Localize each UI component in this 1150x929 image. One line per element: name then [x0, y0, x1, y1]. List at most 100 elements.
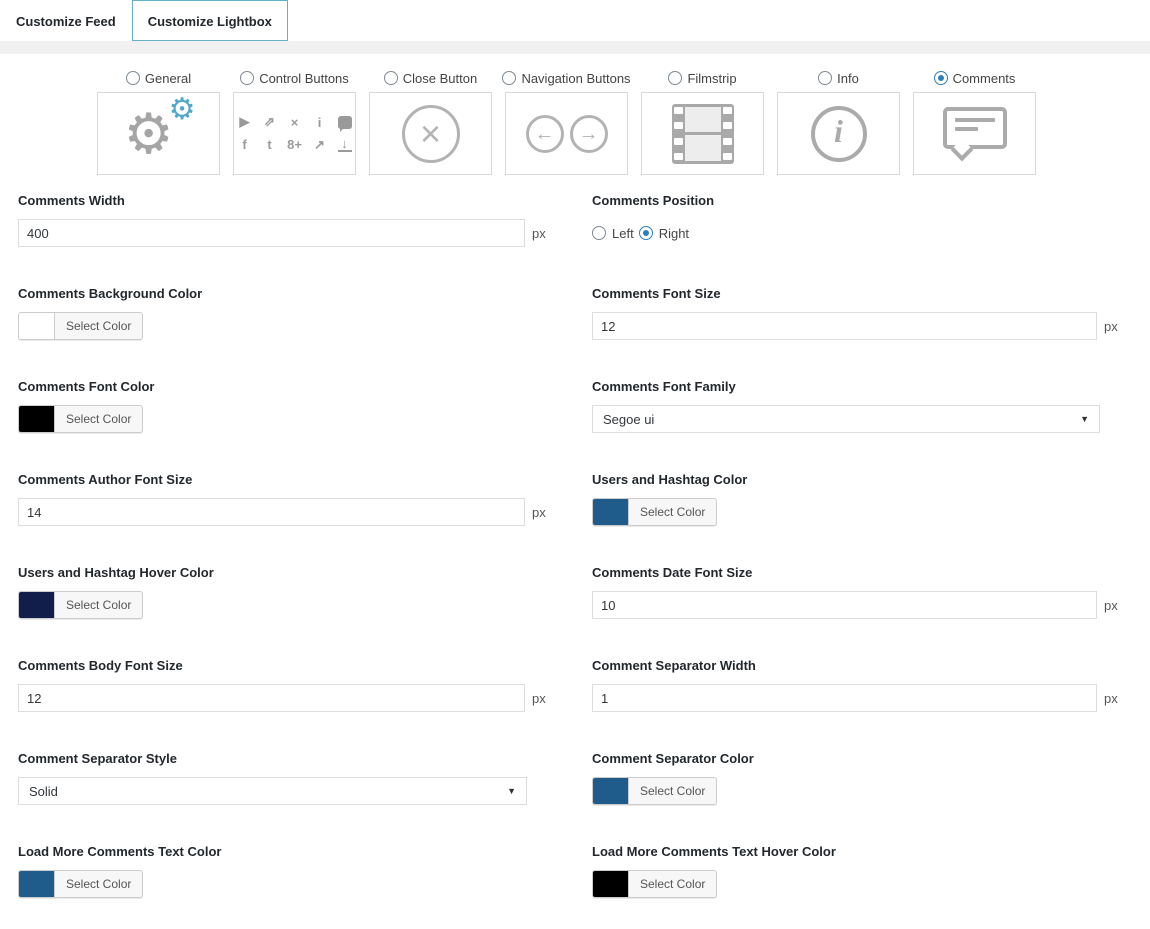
section-radio-comments[interactable]: Comments — [934, 68, 1016, 88]
section-radio-info[interactable]: Info — [818, 68, 859, 88]
comment-separator-width-input[interactable] — [592, 684, 1097, 712]
section-icon-box-control-buttons[interactable]: ▶ ⇗ × i f t 8+ ↗ ↓ — [233, 92, 356, 175]
section-icon-box-filmstrip[interactable] — [641, 92, 764, 175]
navigation-arrows-icon: ← → — [526, 115, 608, 153]
select-color-label: Select Color — [55, 406, 142, 432]
comment-separator-style-field: Comment Separator Style Solid ▼ — [18, 743, 548, 836]
comments-settings-form: Comments Width px Comments Position Left… — [0, 185, 1150, 929]
comment-separator-style-select[interactable]: Solid ▼ — [18, 777, 527, 805]
gears-icon: ⚙ ⚙ — [122, 103, 196, 165]
load-more-comments-text-hover-color-button[interactable]: Select Color — [592, 870, 717, 898]
tab-customize-lightbox[interactable]: Customize Lightbox — [132, 0, 288, 41]
px-suffix: px — [1104, 319, 1120, 334]
comments-font-family-select[interactable]: Segoe ui ▼ — [592, 405, 1100, 433]
section-radio-general[interactable]: General — [126, 68, 191, 88]
comments-date-font-size-input[interactable] — [592, 591, 1097, 619]
field-label: Comments Body Font Size — [18, 658, 548, 673]
resize-icon: ⇗ — [263, 116, 277, 129]
comments-author-font-size-input[interactable] — [18, 498, 525, 526]
section-radio-control-buttons[interactable]: Control Buttons — [240, 68, 349, 88]
comments-author-font-size-field: Comments Author Font Size px — [18, 464, 548, 557]
field-label: Comment Separator Color — [592, 751, 1120, 766]
field-label: Comments Font Size — [592, 286, 1120, 301]
section-radio-filmstrip[interactable]: Filmstrip — [668, 68, 736, 88]
field-label: Comments Font Family — [592, 379, 1120, 394]
field-label: Comments Date Font Size — [592, 565, 1120, 580]
section-icon-box-info[interactable]: i — [777, 92, 900, 175]
comments-font-color-button[interactable]: Select Color — [18, 405, 143, 433]
field-label: Comments Width — [18, 193, 548, 208]
field-label: Comment Separator Width — [592, 658, 1120, 673]
section-icon-box-general[interactable]: ⚙ ⚙ — [97, 92, 220, 175]
external-link-icon: ↗ — [313, 138, 327, 151]
radio-icon[interactable] — [126, 71, 140, 85]
tab-bar: Customize Feed Customize Lightbox — [0, 0, 1150, 41]
section-filmstrip: Filmstrip — [641, 68, 764, 175]
load-more-comments-text-color-button[interactable]: Select Color — [18, 870, 143, 898]
close-circle-icon: × — [402, 105, 460, 163]
facebook-icon: f — [238, 138, 252, 151]
play-icon: ▶ — [238, 116, 252, 129]
select-color-label: Select Color — [55, 871, 142, 897]
comments-font-size-field: Comments Font Size px — [592, 278, 1120, 371]
section-radio-close-button[interactable]: Close Button — [384, 68, 477, 88]
comment-separator-color-button[interactable]: Select Color — [592, 777, 717, 805]
section-radio-navigation-buttons[interactable]: Navigation Buttons — [502, 68, 630, 88]
section-label: Comments — [953, 71, 1016, 86]
position-right-radio[interactable] — [639, 226, 653, 240]
section-label: Filmstrip — [687, 71, 736, 86]
section-navigation-buttons: Navigation Buttons ← → — [505, 68, 628, 175]
field-label: Load More Comments Text Hover Color — [592, 844, 1120, 859]
users-hashtag-color-button[interactable]: Select Color — [592, 498, 717, 526]
small-gear-icon: ⚙ — [169, 95, 196, 125]
comments-background-color-button[interactable]: Select Color — [18, 312, 143, 340]
comments-width-field: Comments Width px — [18, 185, 548, 278]
color-swatch — [593, 499, 629, 525]
download-icon: ↓ — [338, 138, 352, 152]
big-gear-icon: ⚙ — [124, 102, 174, 165]
radio-icon[interactable] — [502, 71, 516, 85]
comments-font-family-field: Comments Font Family Segoe ui ▼ — [592, 371, 1120, 464]
info-small-icon: i — [313, 116, 327, 129]
comment-bubble-small-icon — [338, 116, 352, 129]
select-color-label: Select Color — [55, 592, 142, 618]
comments-date-font-size-field: Comments Date Font Size px — [592, 557, 1120, 650]
radio-icon[interactable] — [384, 71, 398, 85]
comments-font-color-field: Comments Font Color Select Color — [18, 371, 548, 464]
field-label: Load More Comments Text Color — [18, 844, 548, 859]
comments-width-input[interactable] — [18, 219, 525, 247]
section-info: Info i — [777, 68, 900, 175]
section-icon-box-navigation-buttons[interactable]: ← → — [505, 92, 628, 175]
position-left-radio[interactable] — [592, 226, 606, 240]
users-hashtag-color-field: Users and Hashtag Color Select Color — [592, 464, 1120, 557]
color-swatch — [19, 406, 55, 432]
radio-icon[interactable] — [668, 71, 682, 85]
color-swatch — [19, 313, 55, 339]
twitter-icon: t — [263, 138, 277, 151]
comment-separator-width-field: Comment Separator Width px — [592, 650, 1120, 743]
radio-icon[interactable] — [818, 71, 832, 85]
section-label: Info — [837, 71, 859, 86]
fullscreen-icon: × — [288, 116, 302, 129]
color-swatch — [593, 778, 629, 804]
comments-font-size-input[interactable] — [592, 312, 1097, 340]
section-icon-box-close-button[interactable]: × — [369, 92, 492, 175]
lightbox-section-selector: General ⚙ ⚙ Control Buttons — [0, 68, 1150, 175]
filmstrip-icon — [672, 104, 734, 164]
comments-body-font-size-field: Comments Body Font Size px — [18, 650, 548, 743]
googleplus-icon: 8+ — [288, 138, 302, 151]
comments-bubble-icon — [943, 107, 1007, 149]
tab-customize-feed[interactable]: Customize Feed — [0, 0, 132, 41]
info-circle-icon: i — [811, 106, 867, 162]
px-suffix: px — [1104, 691, 1120, 706]
field-label: Users and Hashtag Hover Color — [18, 565, 548, 580]
users-hashtag-hover-color-button[interactable]: Select Color — [18, 591, 143, 619]
users-hashtag-hover-color-field: Users and Hashtag Hover Color Select Col… — [18, 557, 548, 650]
radio-icon[interactable] — [240, 71, 254, 85]
radio-icon-selected[interactable] — [934, 71, 948, 85]
comments-position-field: Comments Position Left Right — [592, 185, 1120, 278]
section-icon-box-comments[interactable] — [913, 92, 1036, 175]
field-label: Comment Separator Style — [18, 751, 548, 766]
comments-body-font-size-input[interactable] — [18, 684, 525, 712]
chevron-down-icon: ▼ — [1080, 414, 1089, 424]
